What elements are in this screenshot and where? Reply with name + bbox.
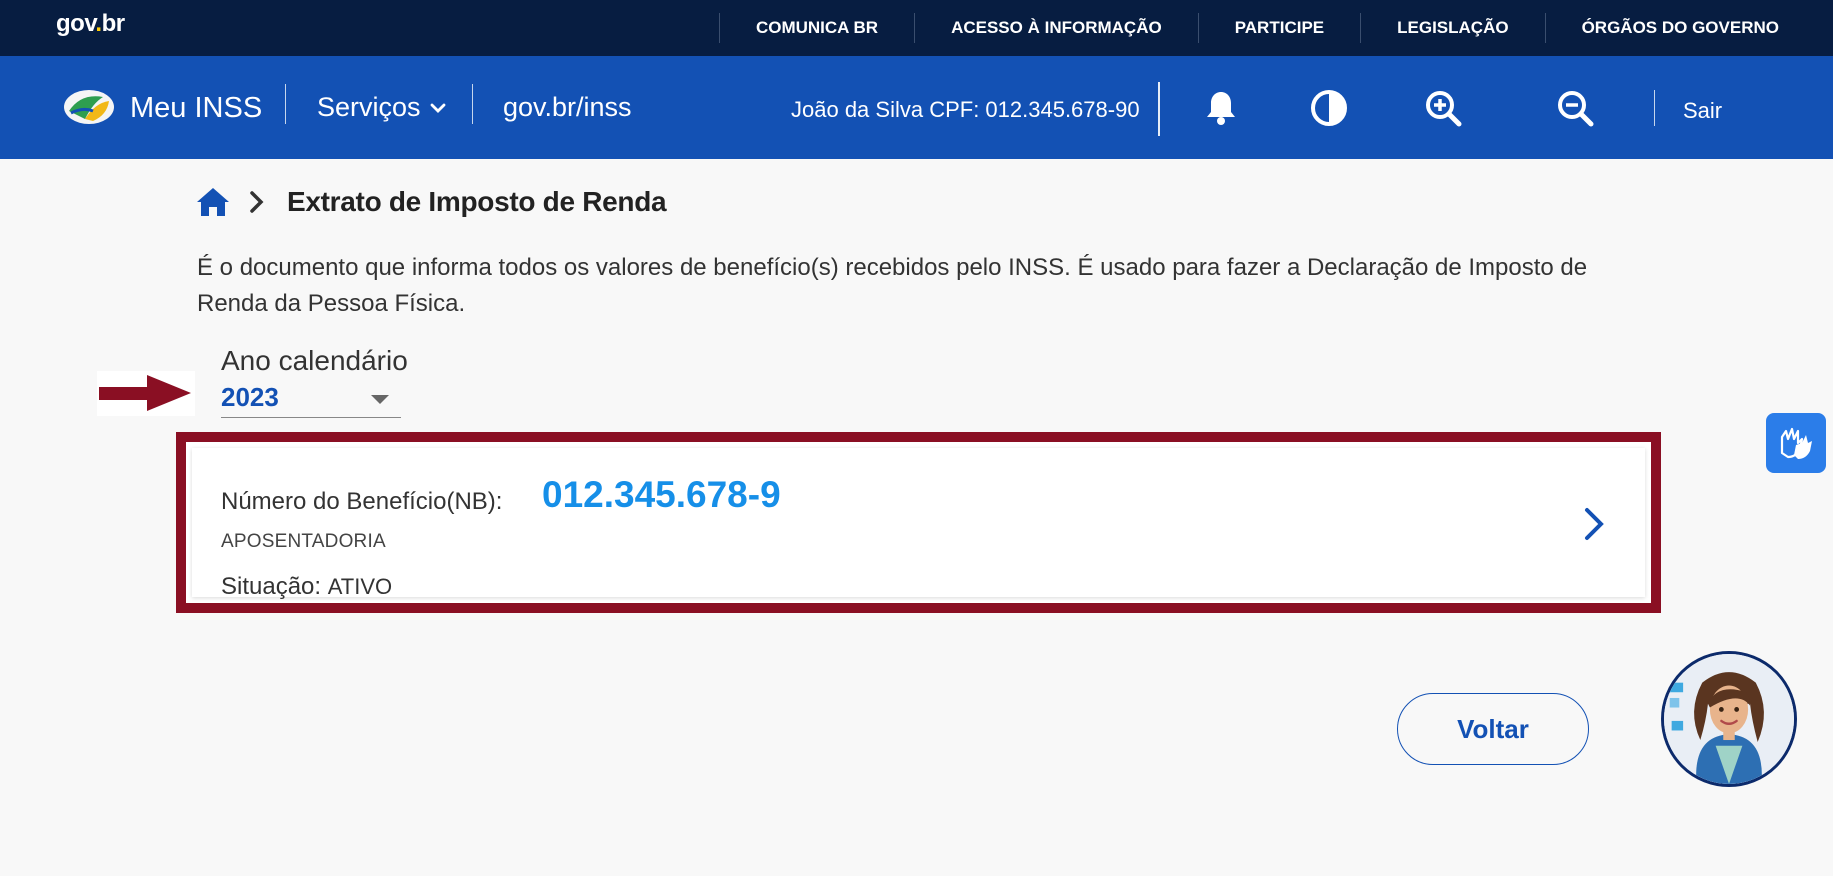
- year-select[interactable]: 2023: [221, 382, 401, 418]
- govbr-logo[interactable]: gov.br: [56, 10, 125, 38]
- virtual-assistant-avatar[interactable]: [1661, 651, 1797, 787]
- app-header: Meu INSS Serviços gov.br/inss João da Si…: [0, 56, 1833, 159]
- contrast-icon[interactable]: [1309, 88, 1349, 128]
- caret-down-icon: [371, 395, 389, 404]
- govbr-inss-link[interactable]: gov.br/inss: [503, 92, 632, 123]
- gov-link-orgaos-governo[interactable]: ÓRGÃOS DO GOVERNO: [1544, 13, 1833, 43]
- arrow-right-icon: [97, 371, 195, 416]
- gov-link-participe[interactable]: PARTICIPE: [1197, 13, 1360, 43]
- bell-icon[interactable]: [1201, 88, 1241, 128]
- header-divider: [472, 84, 473, 124]
- gov-links: COMUNICA BR ACESSO À INFORMAÇÃO PARTICIP…: [718, 0, 1833, 56]
- header-divider: [285, 84, 286, 124]
- chevron-down-icon: [430, 103, 445, 113]
- sair-button[interactable]: Sair: [1683, 98, 1722, 124]
- chevron-right-icon: [250, 191, 264, 213]
- year-select-label: Ano calendário: [221, 345, 408, 376]
- status-value: ATIVO: [327, 574, 393, 599]
- header-divider: [1654, 90, 1655, 126]
- gov-link-acesso-informacao[interactable]: ACESSO À INFORMAÇÃO: [914, 13, 1198, 43]
- libras-accessibility-button[interactable]: [1766, 413, 1826, 473]
- nb-value: 012.345.678-9: [542, 474, 781, 515]
- home-icon[interactable]: [195, 186, 231, 218]
- year-select-value: 2023: [221, 382, 279, 412]
- status-label: Situação:: [221, 573, 322, 600]
- inss-logo-icon[interactable]: [63, 89, 115, 125]
- benefit-status: Situação: ATIVO: [221, 573, 392, 601]
- user-info: João da Silva CPF: 012.345.678-90: [791, 97, 1140, 122]
- servicos-menu[interactable]: Serviços: [317, 92, 447, 123]
- breadcrumb: Extrato de Imposto de Renda: [195, 186, 667, 218]
- app-name[interactable]: Meu INSS: [130, 92, 262, 125]
- benefit-card-highlight: Número do Benefício(NB): 012.345.678-9 A…: [176, 432, 1661, 613]
- gov-link-comunica-br[interactable]: COMUNICA BR: [718, 13, 914, 43]
- zoom-in-icon[interactable]: [1423, 88, 1463, 128]
- sign-language-icon: [1780, 427, 1812, 459]
- voltar-button[interactable]: Voltar: [1397, 693, 1589, 765]
- gov-link-legislacao[interactable]: LEGISLAÇÃO: [1360, 13, 1544, 43]
- nb-label: Número do Benefício(NB):: [221, 488, 503, 515]
- benefit-card[interactable]: Número do Benefício(NB): 012.345.678-9 A…: [192, 448, 1645, 600]
- assistant-avatar-image: [1664, 654, 1794, 784]
- header-divider: [1158, 82, 1160, 136]
- benefit-type: APOSENTADORIA: [221, 531, 386, 552]
- page-description: É o documento que informa todos os valor…: [197, 254, 1588, 317]
- page-title: Extrato de Imposto de Renda: [287, 186, 667, 217]
- chevron-right-icon[interactable]: [1582, 506, 1606, 542]
- servicos-label: Serviços: [317, 92, 421, 122]
- gov-top-bar: gov.br COMUNICA BR ACESSO À INFORMAÇÃO P…: [0, 0, 1833, 56]
- zoom-out-icon[interactable]: [1555, 88, 1595, 128]
